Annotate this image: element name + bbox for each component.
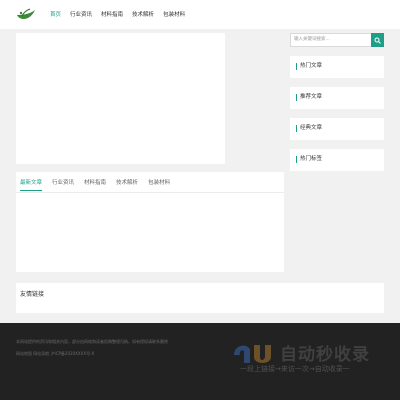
tab-industry-news[interactable]: 行业资讯 xyxy=(52,178,74,191)
footer-disclaimer: 本网站提供的资讯和相关内容，部分由网络和读者投稿整理归纳，如有侵权请联系删除 xyxy=(16,339,168,344)
friend-links-title: 友情链接 xyxy=(20,291,45,298)
watermark-title: 自动秒收录 xyxy=(280,345,370,365)
widget-title: 推荐文章 xyxy=(296,94,322,101)
search-box: 输入关键词搜索... xyxy=(290,33,384,47)
leaf-logo-icon[interactable] xyxy=(16,8,36,21)
nav-item-material-guide[interactable]: 材料指南 xyxy=(101,10,123,18)
article-tabs-panel: 最新文章 行业资讯 材料指南 技术解析 包装材料 xyxy=(16,172,284,272)
widget-title: 经典文章 xyxy=(296,125,322,132)
tab-packaging[interactable]: 包装材料 xyxy=(148,178,170,191)
article-tabs: 最新文章 行业资讯 材料指南 技术解析 包装材料 xyxy=(20,178,170,191)
search-icon xyxy=(374,37,381,44)
watermark: 自动秒收录 一段上链接→来访一次→自动收录一 xyxy=(232,337,384,377)
footer-links[interactable]: 网站地图 网站导航 沪ICP备2020XXXX号-X xyxy=(16,351,94,357)
widget-title: 热门文章 xyxy=(296,63,322,70)
nav-item-tech-analysis[interactable]: 技术解析 xyxy=(132,10,154,18)
nav-item-packaging[interactable]: 包装材料 xyxy=(163,10,185,18)
main-nav: 首页 行业资讯 材料指南 技术解析 包装材料 xyxy=(50,10,185,18)
widget-recommended-articles: 推荐文章 xyxy=(290,87,384,109)
nav-item-industry-news[interactable]: 行业资讯 xyxy=(70,10,92,18)
widget-hot-tags: 热门标签 xyxy=(290,149,384,171)
widget-title: 热门标签 xyxy=(296,156,322,163)
watermark-subtitle: 一段上链接→来访一次→自动收录一 xyxy=(240,365,350,373)
widget-hot-articles: 热门文章 xyxy=(290,56,384,78)
tab-material-guide[interactable]: 材料指南 xyxy=(84,178,106,191)
widget-classic-articles: 经典文章 xyxy=(290,118,384,140)
watermark-logo-icon xyxy=(234,345,271,363)
banner-slider[interactable] xyxy=(16,33,225,164)
friend-links-panel: 友情链接 xyxy=(16,283,384,313)
nav-item-home[interactable]: 首页 xyxy=(50,10,61,18)
search-button[interactable] xyxy=(371,33,384,47)
search-input[interactable]: 输入关键词搜索... xyxy=(290,33,371,47)
top-navbar: 首页 行业资讯 材料指南 技术解析 包装材料 xyxy=(0,0,400,29)
tab-tech-analysis[interactable]: 技术解析 xyxy=(116,178,138,191)
tab-latest[interactable]: 最新文章 xyxy=(20,178,43,191)
tabs-divider xyxy=(16,192,284,193)
